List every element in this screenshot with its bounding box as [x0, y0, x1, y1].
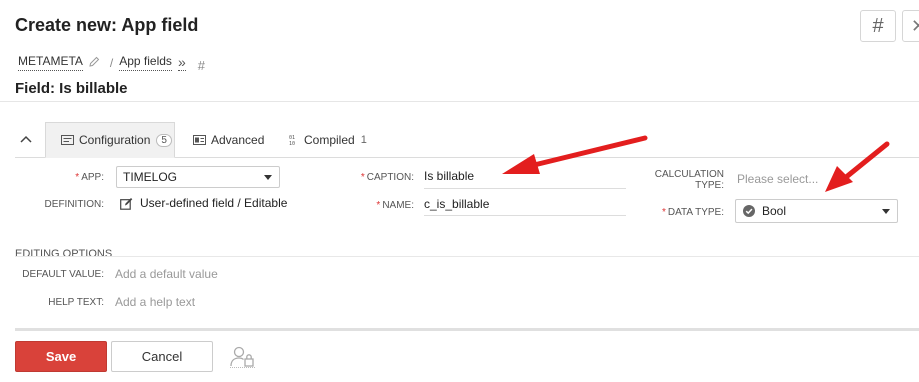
annotation-arrow-data-type — [825, 141, 890, 192]
chevron-up-icon — [20, 135, 32, 143]
tab-configuration-label: Configuration — [79, 133, 151, 147]
help-text-label: HELP TEXT: — [48, 297, 104, 308]
app-select-value: TIMELOG — [123, 170, 178, 184]
help-text-input[interactable]: Add a help text — [115, 295, 195, 309]
save-button[interactable]: Save — [15, 341, 107, 372]
calculation-type-select[interactable]: Please select... — [737, 172, 818, 186]
definition-value: User-defined field / Editable — [120, 196, 287, 210]
caret-down-icon — [882, 209, 890, 214]
default-value-label: DEFAULT VALUE: — [22, 269, 104, 280]
page-title: Create new: App field — [15, 15, 199, 35]
breadcrumb-metameta[interactable]: METAMETA — [18, 54, 83, 71]
data-type-select[interactable]: Bool — [735, 199, 898, 223]
card-icon — [61, 135, 74, 145]
pencil-icon[interactable] — [89, 56, 100, 70]
name-label: * NAME: — [376, 200, 414, 211]
code-icon: 01 10 — [289, 134, 299, 146]
field-title: Field: Is billable — [15, 80, 128, 97]
check-circle-icon — [743, 205, 755, 217]
editing-options-divider — [15, 256, 919, 257]
name-underline — [424, 215, 626, 216]
app-label: * APP: — [75, 172, 104, 183]
footer-divider — [15, 328, 919, 331]
tab-configuration[interactable]: Configuration 5 — [45, 122, 175, 158]
breadcrumb: METAMETA / App fields » # — [18, 54, 205, 73]
header-divider — [0, 101, 919, 102]
collapse-toggle[interactable] — [20, 132, 32, 146]
caption-label: * CAPTION: — [360, 172, 414, 183]
app-select[interactable]: TIMELOG — [116, 166, 280, 188]
calculation-type-label: CALCULATION TYPE: — [654, 169, 724, 191]
svg-text:10: 10 — [289, 141, 295, 146]
edit-icon — [120, 197, 133, 210]
caption-underline — [424, 188, 626, 189]
tab-compiled-count: 1 — [360, 134, 367, 146]
user-lock-icon[interactable] — [230, 346, 256, 373]
tab-compiled-label: Compiled — [304, 133, 355, 147]
id-card-icon — [193, 135, 206, 145]
cancel-button[interactable]: Cancel — [111, 341, 213, 372]
tab-configuration-count: 5 — [156, 133, 172, 147]
editing-options-title: EDITING OPTIONS — [15, 248, 113, 260]
definition-text: User-defined field / Editable — [140, 196, 288, 210]
double-chevron-icon[interactable]: » — [177, 54, 186, 71]
name-input[interactable]: c_is_billable — [424, 197, 489, 211]
caption-input[interactable]: Is billable — [424, 169, 474, 183]
tab-compiled[interactable]: 01 10 Compiled 1 — [289, 133, 367, 147]
breadcrumb-app-fields[interactable]: App fields — [119, 54, 172, 71]
tab-advanced[interactable]: Advanced — [193, 133, 264, 147]
default-value-input[interactable]: Add a default value — [115, 267, 218, 281]
close-button[interactable]: ✕ — [902, 10, 919, 42]
data-type-label: * DATA TYPE: — [661, 207, 724, 218]
tab-advanced-label: Advanced — [211, 133, 265, 147]
definition-label: DEFINITION: — [44, 199, 104, 210]
hash-button[interactable]: # — [860, 10, 896, 42]
breadcrumb-hash-icon[interactable]: # — [198, 58, 205, 73]
data-type-value: Bool — [762, 204, 787, 218]
caret-down-icon — [264, 175, 272, 180]
breadcrumb-separator: / — [109, 55, 114, 70]
